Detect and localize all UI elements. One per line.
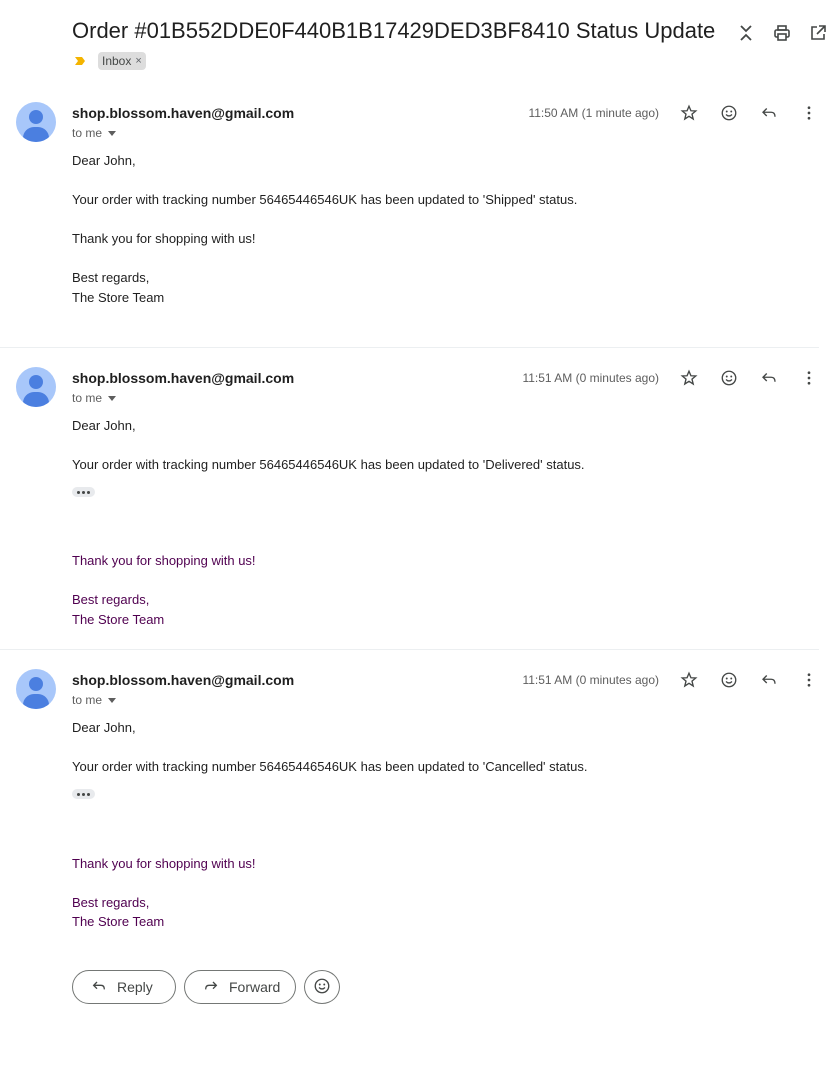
star-icon[interactable]: [669, 670, 709, 690]
show-trimmed-content-button[interactable]: [72, 789, 95, 799]
reply-icon: [91, 978, 107, 997]
body-text: Your order with tracking number 56465446…: [72, 457, 585, 472]
thanks-text: Thank you for shopping with us!: [72, 856, 256, 871]
forward-button-label: Forward: [229, 979, 281, 995]
message-timestamp: 11:50 AM (1 minute ago): [528, 106, 659, 120]
recipient-summary[interactable]: to me: [72, 391, 117, 405]
reply-button[interactable]: Reply: [72, 970, 176, 1004]
message-timestamp: 11:51 AM (0 minutes ago): [522, 371, 659, 385]
sender-email[interactable]: shop.blossom.haven@gmail.com: [72, 105, 294, 121]
message-divider: [0, 649, 819, 650]
label-chip-inbox[interactable]: Inbox ×: [98, 52, 146, 70]
sender-email[interactable]: shop.blossom.haven@gmail.com: [72, 370, 294, 386]
emoji-react-icon[interactable]: [709, 103, 749, 123]
emoji-react-button[interactable]: [304, 970, 340, 1004]
signature-text: The Store Team: [72, 914, 165, 929]
signature-text: The Store Team: [72, 612, 165, 627]
emoji-react-icon[interactable]: [709, 368, 749, 388]
label-chip-text: Inbox: [102, 54, 132, 68]
regards-text: Best regards,: [72, 592, 150, 607]
email-subject: Order #01B552DDE0F440B1B17429DED3BF8410 …: [72, 18, 716, 43]
recipient-text: to me: [72, 693, 103, 707]
forward-icon: [203, 978, 219, 997]
thanks-text: Thank you for shopping with us!: [72, 231, 256, 246]
more-options-icon[interactable]: [789, 103, 829, 123]
reply-icon[interactable]: [749, 368, 789, 388]
more-options-icon[interactable]: [789, 670, 829, 690]
greeting-text: Dear John,: [72, 418, 136, 433]
avatar[interactable]: [16, 367, 56, 407]
message-actions: [669, 368, 829, 388]
chevron-down-icon[interactable]: [108, 130, 117, 136]
star-icon[interactable]: [669, 368, 709, 388]
importance-marker-icon[interactable]: [72, 53, 88, 69]
avatar[interactable]: [16, 102, 56, 142]
label-row: Inbox ×: [72, 52, 146, 70]
greeting-text: Dear John,: [72, 720, 136, 735]
emoji-react-icon: [313, 977, 331, 998]
chevron-down-icon[interactable]: [108, 395, 117, 401]
open-in-new-window-icon[interactable]: [807, 22, 829, 44]
message-timestamp: 11:51 AM (0 minutes ago): [522, 673, 659, 687]
message-divider: [0, 347, 819, 348]
message-actions: [669, 103, 829, 123]
remove-label-icon[interactable]: ×: [135, 55, 141, 67]
avatar[interactable]: [16, 669, 56, 709]
header-toolbar: [735, 22, 829, 44]
forward-button[interactable]: Forward: [184, 970, 296, 1004]
recipient-summary[interactable]: to me: [72, 693, 117, 707]
sender-email[interactable]: shop.blossom.haven@gmail.com: [72, 672, 294, 688]
emoji-react-icon[interactable]: [709, 670, 749, 690]
subject-header: Order #01B552DDE0F440B1B17429DED3BF8410 …: [0, 0, 829, 90]
print-icon[interactable]: [771, 22, 793, 44]
greeting-text: Dear John,: [72, 153, 136, 168]
reply-button-label: Reply: [117, 979, 153, 995]
regards-text: Best regards,: [72, 270, 150, 285]
more-options-icon[interactable]: [789, 368, 829, 388]
expand-collapse-icon[interactable]: [735, 22, 757, 44]
recipient-summary[interactable]: to me: [72, 126, 117, 140]
recipient-text: to me: [72, 126, 103, 140]
body-text: Your order with tracking number 56465446…: [72, 192, 578, 207]
show-trimmed-content-button[interactable]: [72, 487, 95, 497]
reply-icon[interactable]: [749, 670, 789, 690]
star-icon[interactable]: [669, 103, 709, 123]
chevron-down-icon[interactable]: [108, 697, 117, 703]
message-actions: [669, 670, 829, 690]
reply-icon[interactable]: [749, 103, 789, 123]
body-text: Your order with tracking number 56465446…: [72, 759, 588, 774]
recipient-text: to me: [72, 391, 103, 405]
signature-text: The Store Team: [72, 290, 165, 305]
regards-text: Best regards,: [72, 895, 150, 910]
thanks-text: Thank you for shopping with us!: [72, 553, 256, 568]
